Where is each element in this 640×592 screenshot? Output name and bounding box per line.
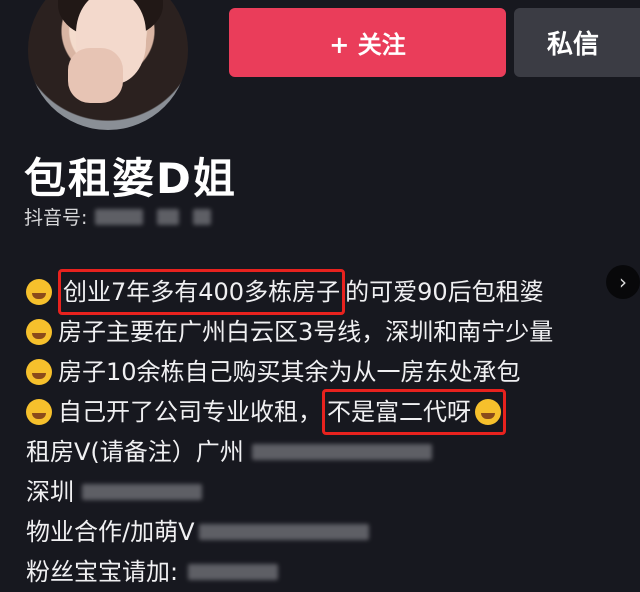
emoji-icon: [475, 399, 501, 425]
bio-text: 房子主要在广州白云区3号线，深圳和南宁少量: [58, 318, 554, 346]
douyin-id: 抖音号:: [24, 203, 212, 230]
highlight-box: 创业7年多有400多栋房子: [58, 269, 346, 315]
blurred-text: [82, 484, 202, 500]
bio: 创业7年多有400多栋房子 的可爱90后包租婆 房子主要在广州白云区3号线，深圳…: [26, 269, 636, 592]
highlight-box: 不是富二代呀: [322, 389, 506, 435]
highlight-text: 不是富二代呀: [327, 398, 471, 426]
bio-line-6: 深圳: [26, 472, 636, 512]
bio-line-4: 自己开了公司专业收租， 不是富二代呀: [26, 389, 636, 435]
bio-line-1: 创业7年多有400多栋房子 的可爱90后包租婆: [26, 269, 636, 315]
bio-text: 自己开了公司专业收租，: [58, 398, 322, 426]
bio-line-7: 物业合作/加萌V: [26, 512, 636, 552]
avatar-hand: [68, 48, 123, 103]
emoji-icon: [26, 319, 52, 345]
emoji-icon: [26, 399, 52, 425]
bio-line-3: 房子10余栋自己购买其余为从一房东处承包: [26, 352, 636, 392]
follow-button[interactable]: + 关注: [229, 8, 506, 77]
bio-text: 租房V(请备注）广州: [26, 438, 244, 466]
emoji-icon: [26, 359, 52, 385]
blurred-id: [95, 208, 144, 225]
profile-name: 包租婆D姐: [24, 154, 237, 203]
blurred-id: [157, 208, 180, 225]
bio-line-2: 房子主要在广州白云区3号线，深圳和南宁少量: [26, 312, 636, 352]
bio-line-5: 租房V(请备注）广州: [26, 432, 636, 472]
emoji-icon: [26, 279, 52, 305]
bio-text: 深圳: [26, 478, 74, 506]
bio-text: 的可爱90后包租婆: [345, 278, 544, 306]
blurred-text: [188, 564, 279, 580]
bio-text: 粉丝宝宝请加:: [26, 558, 179, 586]
douyin-id-label: 抖音号:: [24, 207, 88, 229]
bio-text: 房子10余栋自己购买其余为从一房东处承包: [58, 358, 521, 386]
avatar[interactable]: [28, 0, 188, 130]
message-button[interactable]: 私信: [514, 8, 640, 77]
blurred-text: [251, 444, 432, 460]
blurred-text: [198, 524, 369, 540]
bio-line-8: 粉丝宝宝请加:: [26, 552, 636, 592]
blurred-id: [193, 208, 212, 225]
bio-text: 物业合作/加萌V: [26, 518, 195, 546]
